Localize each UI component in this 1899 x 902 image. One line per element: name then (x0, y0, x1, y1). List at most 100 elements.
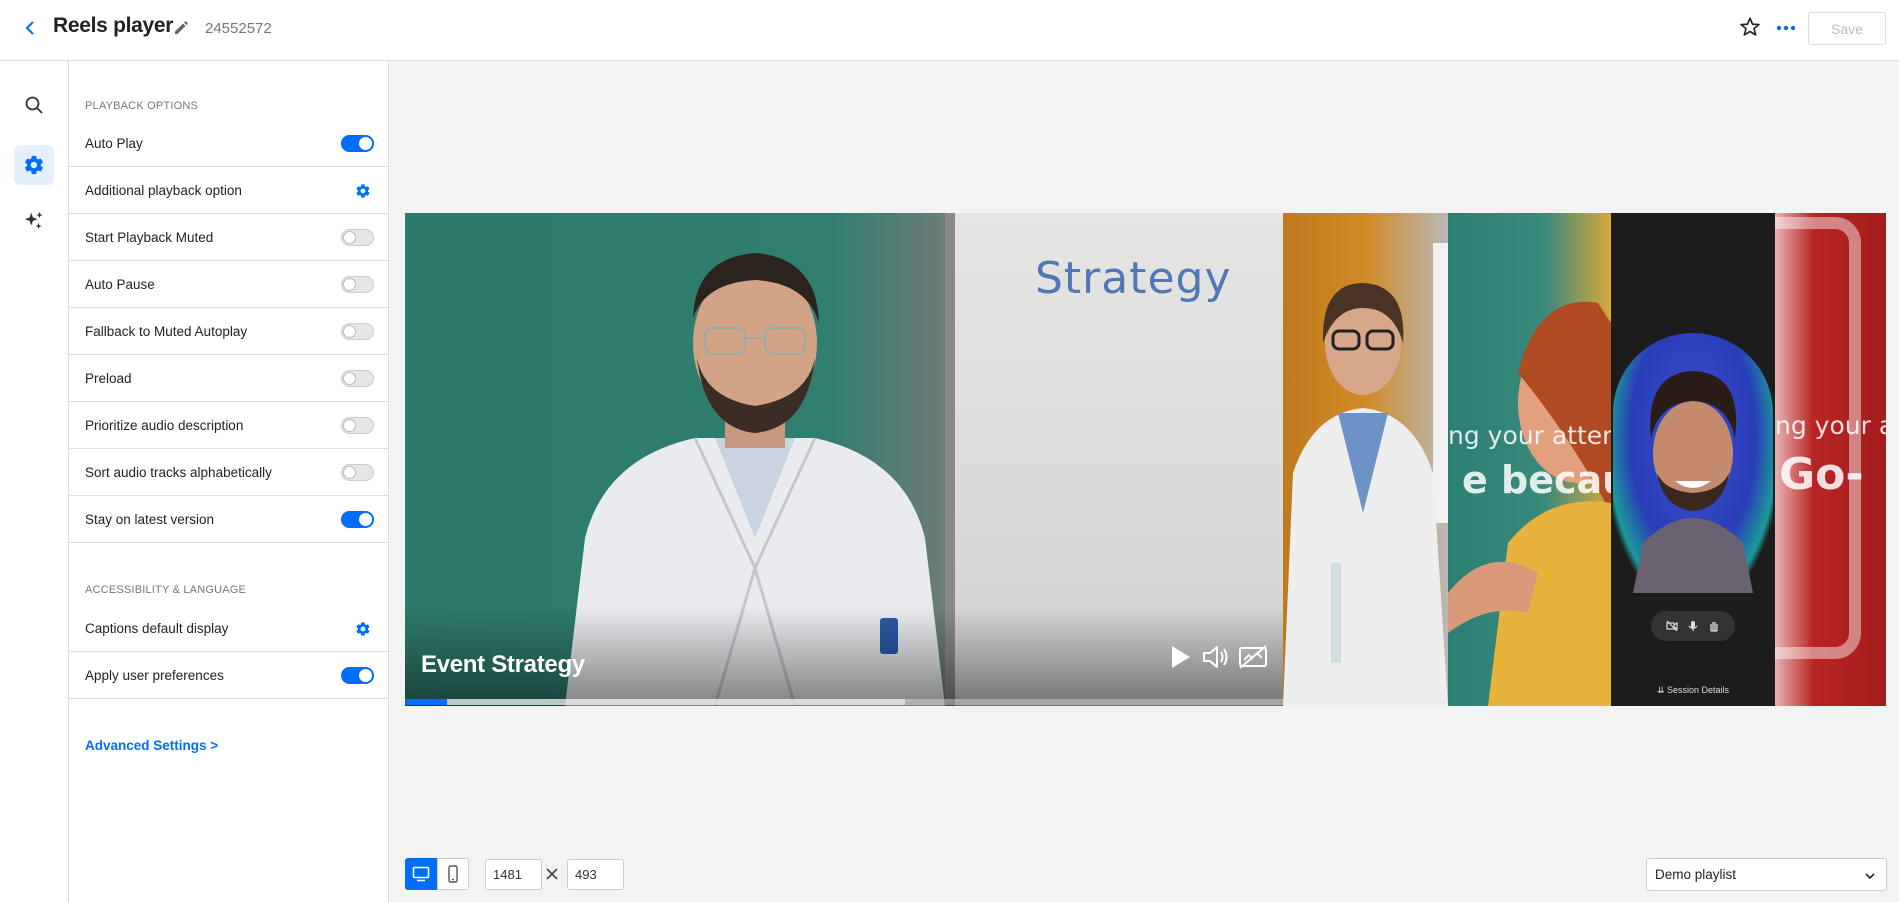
pencil-icon (175, 21, 188, 34)
side-overlay-text-4: Go- (1779, 449, 1864, 500)
section-title-playback: PLAYBACK OPTIONS (85, 100, 199, 112)
rail-ai-button[interactable] (14, 201, 54, 241)
setting-label: Start Playback Muted (85, 229, 214, 245)
star-icon (1740, 17, 1760, 36)
toggle-knob (359, 669, 372, 682)
more-options-button[interactable] (1773, 16, 1799, 40)
advanced-settings-link[interactable]: Advanced Settings > (85, 738, 218, 753)
latest-version-toggle[interactable] (341, 511, 374, 528)
gear-icon[interactable] (355, 621, 371, 637)
page-title: Reels player (53, 14, 174, 37)
save-button[interactable]: Save (1808, 12, 1886, 45)
search-icon (25, 96, 43, 114)
toggle-knob (343, 466, 356, 479)
session-details-label: Session Details (1667, 685, 1730, 695)
speaker-portrait (1613, 333, 1773, 593)
icon-rail (0, 61, 69, 902)
sort-audio-toggle[interactable] (341, 464, 374, 481)
setting-label: Auto Pause (85, 276, 155, 292)
desktop-icon (412, 866, 430, 882)
setting-row-sort-audio: Sort audio tracks alphabetically (69, 449, 388, 496)
volume-icon (1203, 646, 1228, 668)
setting-label: Additional playback option (85, 182, 242, 198)
height-input[interactable] (567, 859, 624, 890)
auto-play-toggle[interactable] (341, 135, 374, 152)
user-preferences-toggle[interactable] (341, 667, 374, 684)
auto-pause-toggle[interactable] (341, 276, 374, 293)
side-overlay-text-3: ng your a (1775, 411, 1886, 440)
captions-off-icon (1239, 645, 1267, 669)
toggle-knob (359, 137, 372, 150)
setting-row-auto-play: Auto Play (69, 120, 388, 167)
camera-off-icon[interactable] (1666, 620, 1678, 632)
microphone-icon[interactable] (1687, 620, 1699, 632)
back-button[interactable] (18, 16, 42, 40)
setting-label: Apply user preferences (85, 667, 224, 683)
start-muted-toggle[interactable] (341, 229, 374, 246)
desktop-view-button[interactable] (405, 858, 437, 890)
audio-description-toggle[interactable] (341, 417, 374, 434)
session-controls (1651, 611, 1735, 641)
progress-fill (405, 699, 448, 705)
mobile-icon (448, 865, 458, 883)
setting-row-auto-pause: Auto Pause (69, 261, 388, 308)
rail-search-button[interactable] (14, 85, 54, 125)
play-icon (1172, 646, 1190, 668)
setting-row-preload: Preload (69, 355, 388, 402)
chevrons-down-icon: ⇊ (1656, 685, 1667, 695)
toggle-knob (343, 278, 356, 291)
width-input[interactable] (485, 859, 542, 890)
setting-row-captions: Captions default display (69, 605, 388, 652)
edit-title-button[interactable] (172, 18, 192, 38)
progress-buffer (405, 699, 905, 705)
times-icon (546, 868, 558, 880)
side-video-1[interactable] (1283, 213, 1448, 706)
app-header: Reels player 24552572 Save (0, 0, 1899, 61)
captions-off-button[interactable] (1237, 641, 1269, 673)
setting-label: Prioritize audio description (85, 417, 244, 433)
raise-hand-icon[interactable] (1708, 620, 1720, 632)
scientist-figure (1283, 243, 1448, 706)
setting-row-latest-version: Stay on latest version (69, 496, 388, 543)
setting-row-start-muted: Start Playback Muted (69, 214, 388, 261)
whiteboard-text: Strategy (1035, 253, 1232, 304)
setting-label: Stay on latest version (85, 511, 215, 527)
side-overlay-text-1: ng your atten (1448, 421, 1611, 450)
session-details-link[interactable]: ⇊ Session Details (1611, 685, 1775, 696)
sparkles-icon (24, 211, 43, 230)
playlist-select[interactable]: Demo playlist (1646, 858, 1887, 891)
progress-bar[interactable] (405, 699, 1283, 705)
chevron-left-icon (25, 21, 34, 35)
setting-label: Fallback to Muted Autoplay (85, 323, 248, 339)
rail-settings-button[interactable] (14, 145, 54, 185)
toggle-knob (343, 325, 356, 338)
setting-label: Preload (85, 370, 132, 386)
toggle-knob (343, 372, 356, 385)
toggle-knob (359, 513, 372, 526)
video-title: Event Strategy (421, 651, 585, 678)
setting-row-additional-playback: Additional playback option (69, 167, 388, 214)
play-button[interactable] (1163, 641, 1195, 673)
chevron-down-icon (1865, 873, 1875, 880)
main-video[interactable]: Strategy Event Strategy (405, 213, 1283, 706)
preview-area: Strategy Event Strategy ng your atten e … (390, 61, 1899, 902)
mobile-view-button[interactable] (437, 858, 469, 890)
side-video-4[interactable]: ng your a Go- (1775, 213, 1886, 706)
side-video-3[interactable]: ⇊ Session Details (1611, 213, 1775, 706)
setting-row-audio-description: Prioritize audio description (69, 402, 388, 449)
fallback-muted-toggle[interactable] (341, 323, 374, 340)
player-stage: Strategy Event Strategy ng your atten e … (405, 213, 1886, 706)
setting-row-fallback-muted: Fallback to Muted Autoplay (69, 308, 388, 355)
playlist-selected-value: Demo playlist (1655, 867, 1737, 882)
speaker-figure (1633, 371, 1753, 593)
volume-button[interactable] (1200, 641, 1232, 673)
settings-panel: PLAYBACK OPTIONS Auto Play Additional pl… (69, 61, 389, 902)
section-title-accessibility: ACCESSIBILITY & LANGUAGE (85, 584, 247, 596)
preload-toggle[interactable] (341, 370, 374, 387)
favorite-button[interactable] (1739, 16, 1763, 40)
gear-icon[interactable] (355, 183, 371, 199)
setting-label: Sort audio tracks alphabetically (85, 464, 272, 480)
toggle-knob (343, 419, 356, 432)
more-dots-icon (1776, 25, 1796, 31)
side-video-2[interactable]: ng your atten e because (1448, 213, 1611, 706)
